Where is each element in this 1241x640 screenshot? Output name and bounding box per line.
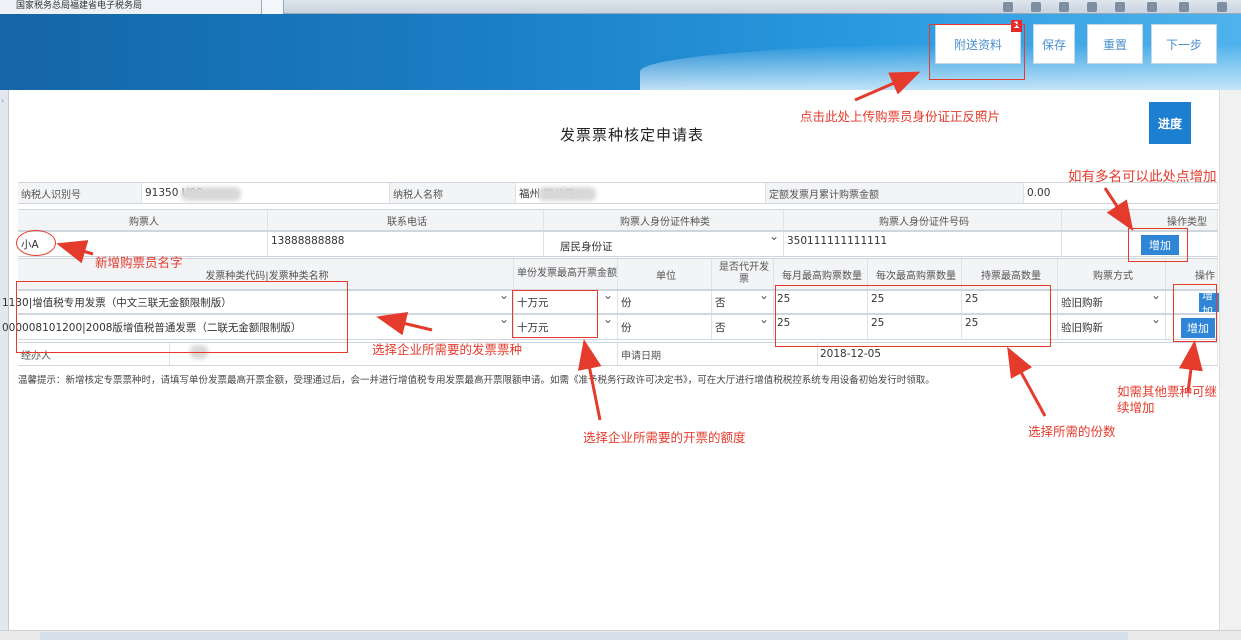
arrow-to-add-invoice [1178,340,1203,393]
arrow-to-add-buyer [1103,187,1134,232]
arrow-to-attach [854,71,921,102]
arrow-to-buyer-name [56,240,94,264]
arrow-to-counts [1007,346,1047,417]
arrow-to-max-amount [577,339,602,421]
arrow-to-invoice-type [376,311,433,336]
annotation-arrows [56,71,1203,421]
